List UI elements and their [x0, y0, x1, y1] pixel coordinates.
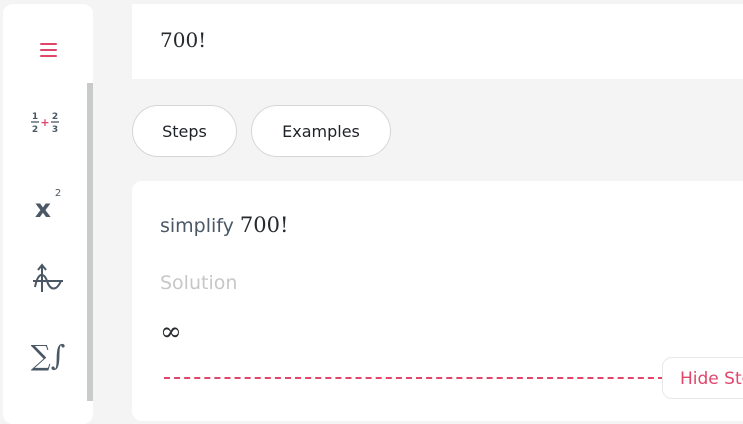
exponent-icon: x 2	[35, 188, 61, 221]
result-prefix: simplify	[160, 215, 234, 237]
steps-divider	[164, 377, 664, 379]
result-heading: simplify 700!	[160, 213, 288, 237]
exponent-power: 2	[55, 188, 61, 199]
sidebar-scrollbar[interactable]	[87, 83, 93, 401]
exponent-base: x	[35, 194, 51, 221]
math-input-bar[interactable]: 700!	[132, 4, 743, 79]
solution-label: Solution	[160, 272, 238, 294]
examples-button[interactable]: Examples	[251, 105, 391, 157]
solution-answer: ∞	[160, 317, 182, 347]
fractions-icon: 1 2 + 2 3	[31, 112, 59, 135]
sidebar-item-menu[interactable]	[6, 25, 90, 75]
sidebar-panel: 1 2 + 2 3 x 2 ∑∫	[3, 4, 93, 424]
result-expression: 700!	[239, 213, 289, 237]
hamburger-menu-icon[interactable]	[39, 43, 57, 57]
result-card: simplify700! Solution ∞ Hide Steps	[132, 181, 743, 421]
fraction-numerator-2: 2	[52, 112, 58, 122]
hide-steps-button[interactable]: Hide Steps	[662, 357, 743, 399]
steps-button[interactable]: Steps	[132, 105, 237, 157]
sum-integral-icon: ∑∫	[30, 338, 66, 372]
sidebar-item-calculus[interactable]: ∑∫	[6, 330, 90, 380]
fraction-denominator-1: 2	[32, 125, 38, 135]
sidebar: 1 2 + 2 3 x 2 ∑∫	[0, 0, 93, 424]
sidebar-item-functions[interactable]	[6, 253, 90, 303]
sidebar-item-fractions[interactable]: 1 2 + 2 3	[6, 98, 90, 148]
fraction-denominator-2: 3	[52, 125, 58, 135]
math-input-value[interactable]: 700!	[160, 28, 206, 52]
function-graph-icon	[33, 263, 63, 292]
sidebar-item-exponent[interactable]: x 2	[6, 176, 90, 226]
plus-sign: +	[40, 116, 49, 129]
fraction-numerator-1: 1	[32, 112, 38, 122]
